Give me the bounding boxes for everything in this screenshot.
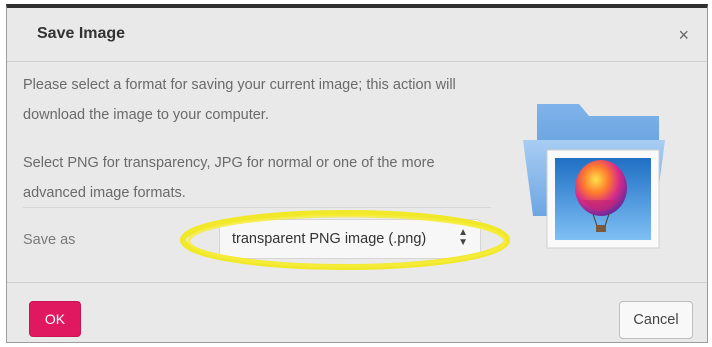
dialog-title: Save Image — [37, 25, 126, 42]
dialog-footer: OK Cancel — [7, 282, 707, 342]
folder-image-icon — [523, 104, 665, 249]
save-as-label: Save as — [23, 232, 76, 248]
format-select[interactable]: transparent PNG image (.png) ▲ ▼ — [219, 219, 481, 259]
format-instructions-text: Please select a format for saving your c… — [23, 77, 456, 123]
updown-arrows-icon: ▲ ▼ — [458, 227, 468, 248]
dialog-header: Save Image × — [7, 8, 707, 62]
ok-button[interactable]: OK — [29, 301, 81, 337]
divider — [23, 207, 491, 208]
save-image-dialog: Save Image × Please select a format for … — [6, 4, 708, 343]
close-icon[interactable]: × — [678, 26, 689, 44]
format-select-value: transparent PNG image (.png) — [232, 231, 427, 247]
format-options-text: Select PNG for transparency, JPG for nor… — [23, 155, 435, 201]
cancel-button[interactable]: Cancel — [619, 301, 693, 339]
